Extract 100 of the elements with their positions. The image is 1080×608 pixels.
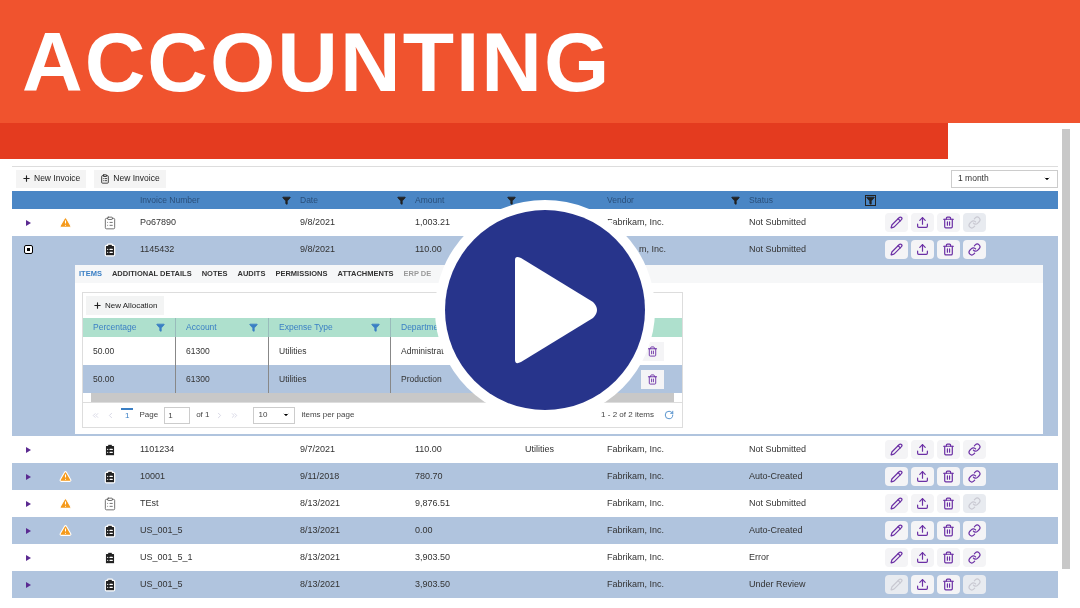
edit-button[interactable]	[885, 494, 908, 513]
items-per-page-label: items per page	[301, 409, 355, 421]
filter-icon[interactable]	[866, 195, 875, 205]
filter-icon[interactable]	[397, 195, 406, 205]
filter-icon[interactable]	[507, 195, 516, 205]
upload-button[interactable]	[911, 494, 934, 513]
table-cell: US_001_5	[140, 578, 183, 589]
table-cell: 61300	[186, 344, 210, 358]
table-cell: 3,903.50	[415, 551, 451, 562]
expand-arrow-icon[interactable]	[26, 219, 31, 226]
trash-icon	[647, 373, 658, 385]
period-select[interactable]: 1 month	[951, 169, 1058, 188]
table-cell: Under Review	[749, 578, 806, 589]
expand-arrow-icon[interactable]	[26, 581, 31, 588]
table-cell: Administrat	[401, 344, 444, 358]
table-cell: Error	[749, 551, 769, 562]
refresh-icon[interactable]	[664, 410, 674, 420]
delete-button[interactable]	[937, 521, 960, 540]
trash-icon	[942, 524, 955, 537]
table-cell: Not Submitted	[749, 497, 807, 508]
table-cell: 61300	[186, 372, 210, 386]
table-cell: 1145432	[140, 243, 175, 254]
table-cell: 110.00	[415, 243, 442, 254]
expand-arrow-icon[interactable]	[26, 446, 31, 453]
table-cell: Production	[401, 372, 442, 386]
table-cell: Fabrikam, Inc.	[607, 443, 664, 454]
pencil-icon	[890, 443, 903, 456]
page-size-select[interactable]: 10	[253, 406, 296, 424]
delete-button[interactable]	[937, 440, 960, 459]
table-cell: Fabrikam, Inc.	[607, 497, 664, 508]
current-page[interactable]: 1	[121, 408, 134, 422]
pencil-icon	[890, 551, 903, 564]
upload-button[interactable]	[911, 548, 934, 567]
expand-arrow-icon[interactable]	[26, 554, 31, 561]
table-cell: Not Submitted	[749, 243, 807, 254]
delete-button[interactable]	[937, 213, 960, 232]
upload-button[interactable]	[911, 213, 934, 232]
page-count: of 1	[196, 409, 210, 421]
column-header: Amount	[415, 193, 445, 207]
link-button[interactable]	[963, 548, 986, 567]
edit-button[interactable]	[885, 467, 908, 486]
link-icon	[968, 524, 981, 537]
table-cell: Auto-Created	[749, 470, 803, 481]
delete-button[interactable]	[937, 494, 960, 513]
table-cell: Utilities	[279, 372, 307, 386]
collapse-toggle[interactable]	[24, 245, 33, 254]
upload-icon	[916, 470, 929, 483]
link-icon	[968, 497, 981, 510]
table-cell: Utilities	[279, 344, 307, 358]
pencil-icon	[890, 243, 903, 256]
pencil-icon	[890, 524, 903, 537]
delete-button[interactable]	[937, 467, 960, 486]
column-header: Percentage	[93, 321, 137, 334]
table-cell: 10001	[140, 470, 166, 481]
delete-button[interactable]	[641, 369, 664, 389]
table-cell: 9,876.51	[415, 497, 451, 508]
filter-icon[interactable]	[731, 195, 740, 205]
edit-button[interactable]	[885, 521, 908, 540]
expand-arrow-icon[interactable]	[26, 500, 31, 507]
column-header: Date	[300, 193, 318, 207]
edit-button[interactable]	[885, 240, 908, 259]
table-cell: Fabrikam, Inc.	[607, 470, 664, 481]
upload-button[interactable]	[911, 575, 934, 594]
table-cell: 8/13/2021	[300, 497, 341, 508]
table-cell: 8/13/2021	[300, 551, 341, 562]
new-allocation-button[interactable]: New Allocation	[86, 296, 165, 315]
column-header: Vendor	[607, 193, 634, 207]
table-cell: Not Submitted	[749, 216, 807, 227]
new-invoice-button[interactable]: New Invoice	[94, 169, 166, 188]
vertical-scrollbar[interactable]	[1062, 129, 1070, 569]
upload-button[interactable]	[911, 521, 934, 540]
new-invoice-button[interactable]: New Invoice	[16, 169, 87, 188]
items-summary: 1 - 2 of 2 items	[601, 409, 654, 421]
table-cell: Auto-Created	[749, 524, 803, 535]
edit-button[interactable]	[885, 548, 908, 567]
column-header: Account	[186, 321, 217, 334]
edit-button[interactable]	[885, 213, 908, 232]
upload-icon	[916, 578, 929, 591]
delete-button[interactable]	[937, 575, 960, 594]
delete-button[interactable]	[937, 240, 960, 259]
link-button[interactable]	[963, 440, 986, 459]
upload-button[interactable]	[911, 440, 934, 459]
upload-icon	[916, 243, 929, 256]
upload-button[interactable]	[911, 467, 934, 486]
filter-icon[interactable]	[282, 195, 291, 205]
link-button[interactable]	[963, 240, 986, 259]
delete-button[interactable]	[937, 548, 960, 567]
upload-button[interactable]	[911, 240, 934, 259]
table-cell: 9/7/2021	[300, 443, 336, 454]
trash-icon	[942, 216, 955, 229]
edit-button[interactable]	[885, 440, 908, 459]
expand-arrow-icon[interactable]	[26, 473, 31, 480]
page-input[interactable]: 1	[164, 406, 191, 424]
column-header: Departme	[401, 321, 439, 334]
table-cell: 50.00	[93, 344, 115, 358]
expand-arrow-icon[interactable]	[26, 527, 31, 534]
link-button[interactable]	[963, 467, 986, 486]
trash-icon	[942, 470, 955, 483]
table-cell: 1101234	[140, 443, 175, 454]
link-button[interactable]	[963, 521, 986, 540]
